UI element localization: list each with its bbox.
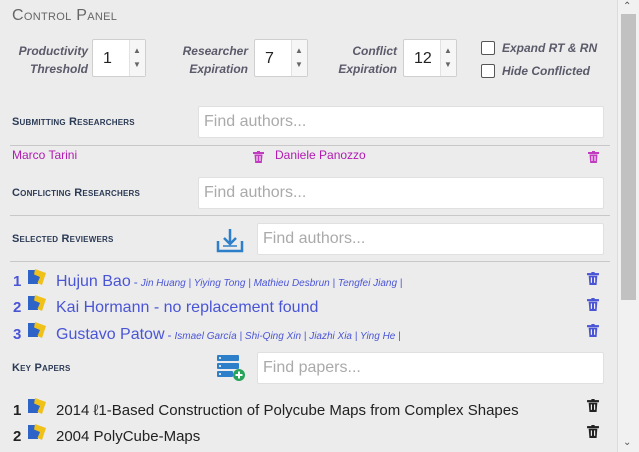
decrement-arrow-icon[interactable]: ▼ — [295, 61, 303, 69]
conflict-expiration-label: Conflict Expiration — [338, 44, 397, 76]
increment-arrow-icon[interactable]: ▲ — [133, 47, 141, 55]
conflicting-researchers-label: Conflicting Researchers — [12, 187, 140, 199]
reviewer-coauthors: Ismael García | Shi-Qing Xin | Jiazhi Xi… — [174, 331, 401, 342]
publisher-logo-icon — [28, 398, 46, 414]
stepper-arrows[interactable]: ▲ ▼ — [440, 40, 456, 76]
scroll-down-arrow-icon[interactable]: ⌄ — [623, 438, 631, 448]
add-database-icon[interactable] — [216, 354, 246, 382]
remove-reviewer-trash-icon[interactable] — [587, 324, 599, 337]
expand-rt-rn-option[interactable]: Expand RT & RN — [481, 41, 597, 55]
reviewer-row[interactable]: 1 Hujun Bao - Jin Huang | Yiying Tong | … — [13, 268, 402, 291]
reviewer-coauthors: Jin Huang | Yiying Tong | Mathieu Desbru… — [140, 278, 403, 289]
hide-conflicted-option[interactable]: Hide Conflicted — [481, 64, 590, 78]
expand-rt-rn-label: Expand RT & RN — [502, 41, 598, 55]
decrement-arrow-icon[interactable]: ▼ — [444, 61, 452, 69]
divider — [10, 261, 610, 262]
reviewer-name[interactable]: Hujun Bao — [56, 273, 131, 291]
reviewer-name[interactable]: Gustavo Patow — [56, 326, 165, 344]
productivity-value: 1 — [103, 50, 112, 67]
increment-arrow-icon[interactable]: ▲ — [295, 47, 303, 55]
publisher-logo-icon — [28, 322, 46, 338]
hide-conflicted-label: Hide Conflicted — [502, 64, 591, 78]
reviewer-number: 2 — [13, 299, 22, 316]
reviewer-number: 3 — [13, 326, 22, 343]
paper-row[interactable]: 1 2014 ℓ1-Based Construction of Polycube… — [13, 397, 519, 419]
expand-rt-rn-checkbox[interactable] — [481, 41, 495, 55]
publisher-logo-icon — [28, 269, 46, 285]
scroll-up-arrow-icon[interactable]: ⌃ — [623, 2, 631, 12]
reviewer-number: 1 — [13, 273, 22, 290]
researcher-expiration-label: Researcher Expiration — [182, 44, 248, 76]
paper-number: 2 — [13, 428, 22, 445]
conflict-expiration-stepper[interactable]: 12 ▲ ▼ — [403, 39, 457, 77]
decrement-arrow-icon[interactable]: ▼ — [133, 61, 141, 69]
conflict-expiration-value: 12 — [414, 50, 432, 67]
paper-title[interactable]: 2004 PolyCube-Maps — [56, 428, 200, 445]
reviewer-row[interactable]: 2 Kai Hormann - no replacement found — [13, 294, 318, 317]
remove-reviewer-trash-icon[interactable] — [587, 272, 599, 285]
remove-paper-trash-icon[interactable] — [587, 425, 599, 438]
selected-reviewers-label: Selected Reviewers — [12, 233, 114, 245]
reviewers-search-input[interactable]: Find authors... — [257, 223, 604, 255]
scrollbar-thumb[interactable] — [621, 14, 636, 300]
control-panel: Control Panel Productivity Threshold 1 ▲… — [0, 0, 617, 452]
divider — [10, 215, 610, 216]
productivity-label: Productivity Threshold — [18, 44, 88, 76]
reviewer-name[interactable]: Kai Hormann - no replacement found — [56, 299, 318, 317]
vertical-scrollbar[interactable]: ⌃ ⌄ — [617, 0, 639, 452]
stepper-arrows[interactable]: ▲ ▼ — [291, 40, 307, 76]
paper-title[interactable]: 2014 ℓ1-Based Construction of Polycube M… — [56, 402, 519, 419]
submitting-researcher: Daniele Panozzo — [275, 148, 366, 162]
remove-paper-trash-icon[interactable] — [587, 399, 599, 412]
download-icon[interactable] — [216, 227, 244, 253]
papers-search-input[interactable]: Find papers... — [257, 352, 604, 384]
paper-row[interactable]: 2 2004 PolyCube-Maps — [13, 423, 200, 445]
submitting-researchers-label: Submitting Researchers — [12, 116, 135, 128]
paper-number: 1 — [13, 402, 22, 419]
submitting-researchers-search-input[interactable]: Find authors... — [198, 106, 604, 138]
increment-arrow-icon[interactable]: ▲ — [444, 47, 452, 55]
stepper-arrows[interactable]: ▲ ▼ — [129, 40, 145, 76]
key-papers-label: Key Papers — [12, 362, 71, 374]
submitting-researcher: Marco Tarini — [12, 148, 78, 162]
panel-title: Control Panel — [12, 7, 118, 24]
productivity-threshold-stepper[interactable]: 1 ▲ ▼ — [92, 39, 146, 77]
researcher-expiration-value: 7 — [265, 50, 274, 67]
remove-reviewer-trash-icon[interactable] — [587, 298, 599, 311]
hide-conflicted-checkbox[interactable] — [481, 64, 495, 78]
researcher-expiration-stepper[interactable]: 7 ▲ ▼ — [254, 39, 308, 77]
divider — [10, 145, 610, 146]
remove-researcher-trash-icon[interactable] — [253, 151, 264, 163]
conflicting-researchers-search-input[interactable]: Find authors... — [198, 177, 604, 209]
publisher-logo-icon — [28, 424, 46, 440]
reviewer-row[interactable]: 3 Gustavo Patow - Ismael García | Shi-Qi… — [13, 321, 401, 344]
remove-researcher-trash-icon[interactable] — [588, 151, 599, 163]
publisher-logo-icon — [28, 295, 46, 311]
